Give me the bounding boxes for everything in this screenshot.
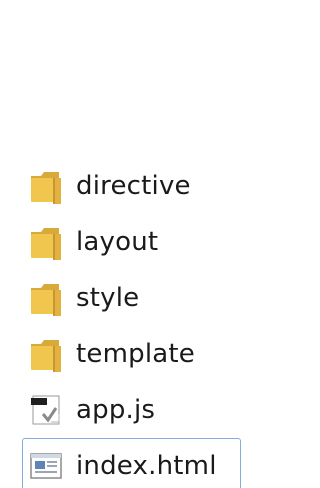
file-list: directive layout style template app.js i… bbox=[22, 158, 247, 488]
item-label: layout bbox=[76, 227, 159, 257]
folder-item-directive[interactable]: directive bbox=[28, 158, 247, 214]
file-item-app-js[interactable]: app.js bbox=[28, 382, 247, 438]
folder-icon bbox=[28, 334, 64, 374]
folder-icon bbox=[28, 222, 64, 262]
item-label: app.js bbox=[76, 395, 156, 425]
folder-icon bbox=[28, 166, 64, 206]
item-label: index.html bbox=[76, 451, 217, 481]
item-label: template bbox=[76, 339, 195, 369]
item-label: directive bbox=[76, 171, 191, 201]
item-label: style bbox=[76, 283, 140, 313]
file-item-index-html[interactable]: index.html bbox=[22, 438, 241, 488]
file-explorer-pane: directive layout style template app.js i… bbox=[0, 0, 247, 488]
folder-item-layout[interactable]: layout bbox=[28, 214, 247, 270]
folder-item-template[interactable]: template bbox=[28, 326, 247, 382]
html-file-icon bbox=[28, 446, 64, 486]
folder-icon bbox=[28, 278, 64, 318]
js-file-icon bbox=[28, 390, 64, 430]
folder-item-style[interactable]: style bbox=[28, 270, 247, 326]
